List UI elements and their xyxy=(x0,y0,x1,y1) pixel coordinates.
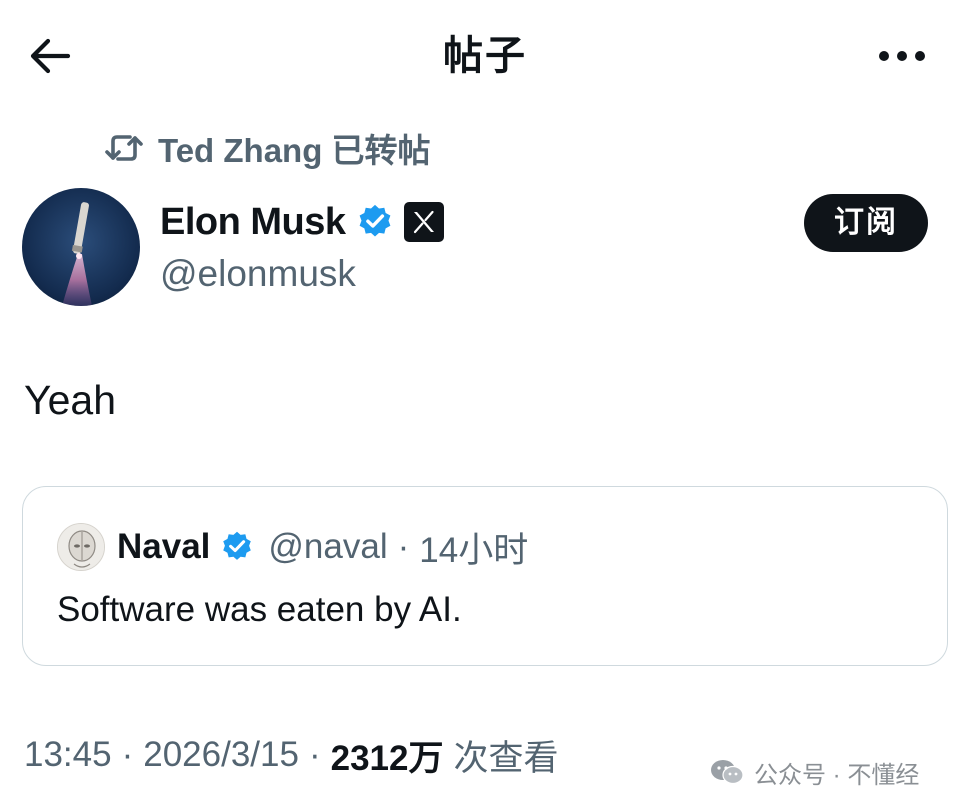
quoted-author-handle[interactable]: @naval xyxy=(268,527,387,567)
quoted-post-time[interactable]: 14小时 xyxy=(419,522,528,573)
more-horizontal-icon xyxy=(879,51,925,61)
post-page: 帖子 Ted Zhang 已转帖 Elon Musk @elonmusk 订阅 … xyxy=(0,0,970,810)
post-text: Yeah xyxy=(24,377,116,423)
verified-badge-icon xyxy=(359,204,390,237)
rocket-launch-avatar-image xyxy=(22,188,140,306)
quoted-author-name[interactable]: Naval xyxy=(117,527,210,567)
subscribe-button[interactable]: 订阅 xyxy=(804,194,928,252)
quoted-post-card[interactable]: Naval @naval · 14小时 Software was eaten b… xyxy=(22,486,948,666)
quoted-post-header: Naval @naval · 14小时 xyxy=(57,523,528,571)
wechat-icon xyxy=(711,760,744,785)
quoted-author-avatar[interactable] xyxy=(57,523,105,571)
post-date[interactable]: 2026/3/15 xyxy=(143,735,299,775)
post-time[interactable]: 13:45 xyxy=(24,735,112,775)
author-name-row: Elon Musk xyxy=(160,196,444,248)
separator-dot: · xyxy=(121,735,134,774)
watermark-text: 公众号 · 不懂经 xyxy=(754,761,920,789)
top-bar: 帖子 xyxy=(0,0,970,110)
repost-text: Ted Zhang 已转帖 xyxy=(158,132,431,169)
robot-head-avatar-image xyxy=(58,524,104,570)
more-options-button[interactable] xyxy=(872,36,932,76)
views-count[interactable]: 2312万 xyxy=(331,730,444,781)
verified-badge-icon xyxy=(223,531,252,560)
author-avatar[interactable] xyxy=(22,188,140,306)
post-meta: 13:45 · 2026/3/15 · 2312万 次查看 xyxy=(24,730,559,780)
quoted-post-text: Software was eaten by AI. xyxy=(57,590,462,629)
author-handle[interactable]: @elonmusk xyxy=(160,252,356,296)
repost-indicator[interactable]: Ted Zhang 已转帖 xyxy=(104,126,431,170)
page-title: 帖子 xyxy=(443,34,527,78)
retweet-icon xyxy=(105,135,143,161)
views-label: 次查看 xyxy=(453,738,559,778)
watermark: 公众号 · 不懂经 xyxy=(710,752,919,792)
separator-dot: · xyxy=(397,527,410,566)
author-name[interactable]: Elon Musk xyxy=(160,201,346,244)
affiliate-badge[interactable] xyxy=(403,202,444,242)
x-logo-icon xyxy=(413,210,434,234)
separator-dot: · xyxy=(308,735,321,774)
